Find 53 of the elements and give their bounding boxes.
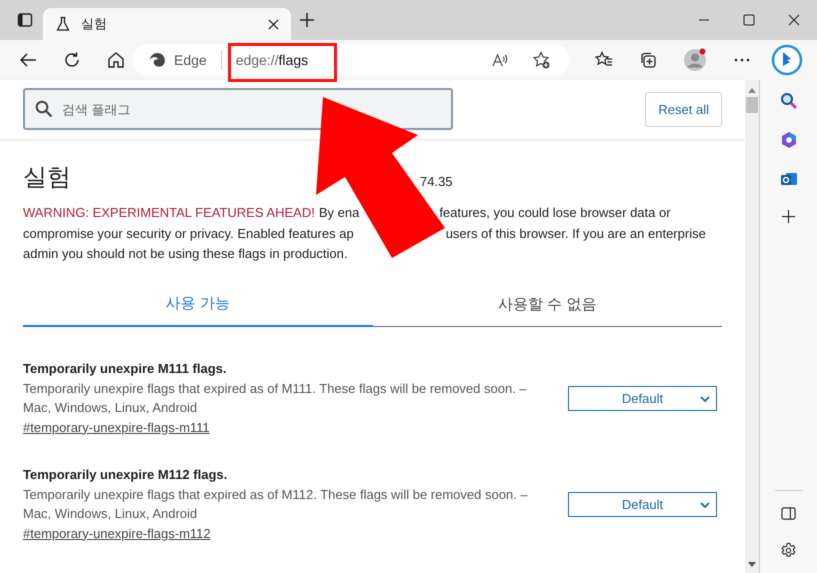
collections-icon[interactable] <box>639 51 657 69</box>
search-icon[interactable] <box>780 92 798 110</box>
scrollbar-thumb[interactable] <box>746 97 758 113</box>
refresh-icon[interactable] <box>63 51 81 69</box>
version-text: 74.35 <box>420 174 453 189</box>
add-favorite-icon[interactable] <box>532 51 550 69</box>
flag-platforms: Mac, Windows, Linux, Android <box>23 398 198 416</box>
add-icon[interactable] <box>781 209 796 224</box>
warning-text: features, you could lose browser data or <box>439 204 671 222</box>
warning-text: compromise your security or privacy. Enabled features ap <box>23 224 354 243</box>
back-icon[interactable] <box>19 51 37 69</box>
flag-link[interactable]: #temporary-unexpire-flags-m111 <box>23 420 210 434</box>
close-icon[interactable] <box>268 18 279 30</box>
warning-text: users of this browser. If you are an enterprise <box>446 224 706 243</box>
browser-tab[interactable]: 실험 <box>43 8 291 40</box>
page-tab[interactable]: 사용할 수 없음 <box>372 282 722 326</box>
search-field[interactable]: 검색 플래그 <box>23 88 453 130</box>
flag-link[interactable]: #temporary-unexpire-flags-m112 <box>23 526 211 540</box>
sidebar-panel-icon[interactable] <box>781 506 796 521</box>
chat-bubble-icon[interactable] <box>771 44 803 76</box>
reset-all-button[interactable]: Reset all <box>645 92 722 126</box>
hexagon-logo-icon[interactable] <box>780 131 798 149</box>
flag-title: Temporarily unexpire M112 flags. <box>23 466 228 482</box>
flask-icon <box>55 16 71 32</box>
warning-text: WARNING: EXPERIMENTAL FEATURES AHEAD! <box>23 204 315 222</box>
flag-description: Temporarily unexpire flags that expired as of M111. These flags will be removed soon. – <box>23 380 527 398</box>
warning-text: By ena <box>318 204 360 222</box>
home-icon[interactable] <box>107 51 125 69</box>
flag-title: Temporarily unexpire M111 flags. <box>23 360 228 376</box>
flag-description: Temporarily unexpire flags that expired as of M112. These flags will be removed soon. – <box>23 486 528 504</box>
close-icon[interactable] <box>788 14 800 26</box>
url-text: edge://flags <box>236 52 308 68</box>
flag-dropdown[interactable]: Default <box>568 386 717 411</box>
scrollbar[interactable] <box>745 80 760 573</box>
warning-text: admin you should not be using these flags in production. <box>23 245 348 263</box>
mail-app-icon[interactable] <box>780 170 798 188</box>
profile-avatar-icon[interactable] <box>683 48 707 72</box>
scroll-up-icon[interactable] <box>748 88 756 93</box>
chevron-icon <box>700 396 710 402</box>
page-title: 실험 <box>23 163 71 193</box>
new-tab-icon[interactable] <box>299 12 315 28</box>
scroll-down-icon[interactable] <box>748 562 756 567</box>
settings-icon[interactable] <box>780 542 797 559</box>
flag-platforms: Mac, Windows, Linux, Android <box>23 504 198 522</box>
edge-logo-icon <box>149 52 166 68</box>
maximize-icon[interactable] <box>743 14 755 26</box>
address-bar[interactable]: Edge edge://flags <box>133 44 570 76</box>
tab-actions-icon[interactable] <box>17 12 33 28</box>
chevron-icon <box>700 502 710 508</box>
search-icon <box>35 100 53 118</box>
flag-dropdown[interactable]: Default <box>568 492 717 517</box>
read-aloud-icon[interactable] <box>491 52 508 68</box>
page-tab[interactable]: 사용 가능 <box>23 282 372 326</box>
